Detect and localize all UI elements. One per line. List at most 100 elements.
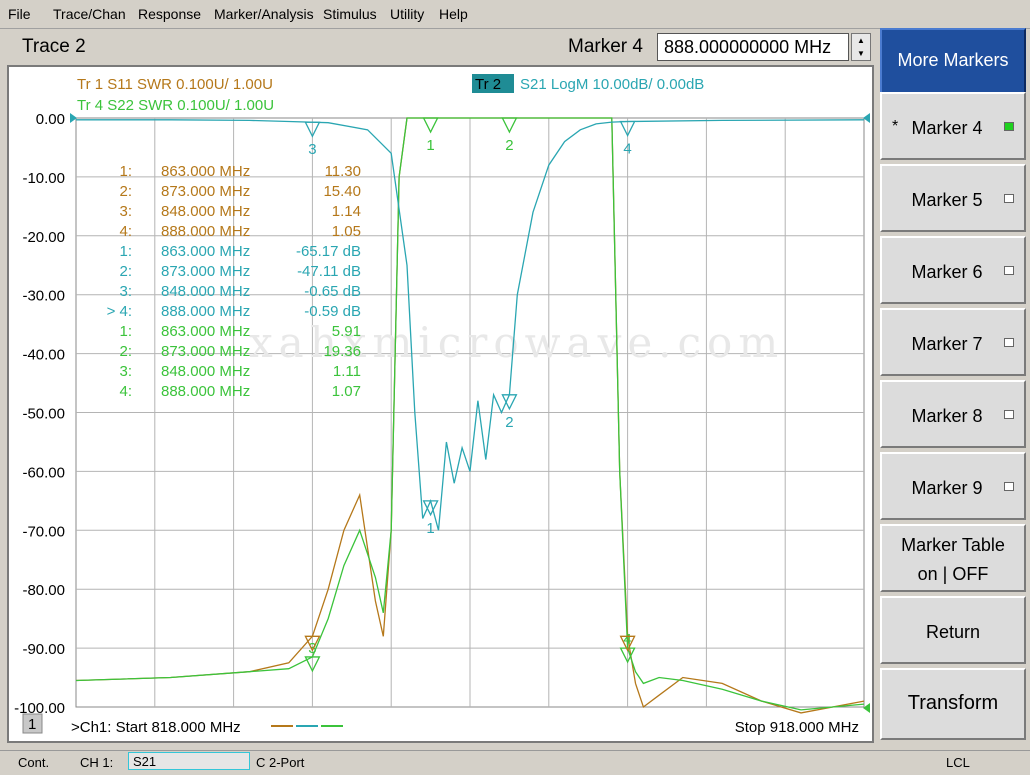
marker-8-off-indicator-icon (1004, 410, 1014, 419)
spin-up-icon[interactable]: ▲ (852, 34, 870, 47)
measurement-plot: 0.00 -10.00 -20.00 -30.00 -40.00 -50.00 -60.00… (9, 67, 872, 741)
more-markers-label: More Markers (897, 50, 1009, 70)
marker-row-frequency: 863.000 MHz (161, 163, 250, 180)
marker-number: 4 (623, 141, 631, 158)
local-status: LCL (946, 755, 970, 770)
spin-down-icon[interactable]: ▼ (852, 47, 870, 60)
marker-row-value: 1.05 (332, 223, 361, 240)
menu-trace-chan[interactable]: Trace/Chan (53, 6, 126, 22)
status-measurement-label: S21 (133, 754, 157, 769)
marker-row-frequency: 848.000 MHz (161, 203, 250, 220)
active-marker-star-icon: * (892, 118, 899, 135)
menu-help[interactable]: Help (439, 6, 468, 22)
marker-row-value: 5.91 (332, 323, 361, 340)
marker-number: 3 (308, 141, 316, 158)
marker-row-label: 2: (119, 343, 132, 360)
plot-background (9, 67, 872, 741)
more-markers-button[interactable]: More Markers (880, 28, 1026, 96)
y-tick-label: 0.00 (36, 111, 65, 128)
marker-row-value: 11.30 (325, 163, 361, 180)
marker-row-label: 3: (119, 283, 132, 300)
marker-row-frequency: 888.000 MHz (161, 303, 250, 320)
marker-row-label: 2: (119, 263, 132, 280)
marker-8-button[interactable]: Marker 8 (880, 380, 1026, 448)
marker-row-value: 1.07 (332, 383, 361, 400)
marker-row-frequency: 863.000 MHz (161, 323, 250, 340)
y-tick-label: -40.00 (22, 347, 65, 364)
marker-table-button[interactable]: Marker Table on | OFF (880, 524, 1026, 592)
marker-6-label: Marker 6 (911, 262, 983, 282)
marker-7-label: Marker 7 (911, 334, 983, 354)
marker-frequency-spinner[interactable]: ▲ ▼ (851, 33, 871, 61)
status-channel: CH 1: (80, 755, 114, 770)
marker-9-button[interactable]: Marker 9 (880, 452, 1026, 520)
menu-stimulus[interactable]: Stimulus (323, 6, 377, 22)
channel-number: 1 (28, 716, 36, 733)
marker-row-label: > 4: (107, 303, 132, 320)
marker-4-button[interactable]: Marker 4 * (880, 92, 1026, 160)
legend-trace-4[interactable]: Tr 4 S22 SWR 0.100U/ 1.00U (77, 97, 274, 114)
marker-row-label: 1: (119, 323, 132, 340)
marker-7-button[interactable]: Marker 7 (880, 308, 1026, 376)
marker-number: 1 (426, 520, 434, 537)
marker-6-off-indicator-icon (1004, 266, 1014, 275)
menu-marker-analysis[interactable]: Marker/Analysis (214, 6, 314, 22)
y-tick-label: -30.00 (22, 288, 65, 305)
marker-row-frequency: 848.000 MHz (161, 283, 250, 300)
y-tick-label: -90.00 (22, 641, 65, 658)
marker-7-off-indicator-icon (1004, 338, 1014, 347)
marker-table-label: Marker Table (901, 535, 1005, 555)
marker-row-label: 2: (119, 183, 132, 200)
marker-number: 2 (505, 414, 513, 431)
legend-trace-2[interactable]: S21 LogM 10.00dB/ 0.00dB (520, 76, 704, 93)
marker-row-frequency: 888.000 MHz (161, 383, 250, 400)
marker-6-button[interactable]: Marker 6 (880, 236, 1026, 304)
return-button[interactable]: Return (880, 596, 1026, 664)
y-tick-label: -70.00 (22, 523, 65, 540)
menu-file[interactable]: File (8, 6, 31, 22)
menu-response[interactable]: Response (138, 6, 201, 22)
marker-row-frequency: 888.000 MHz (161, 223, 250, 240)
marker-9-off-indicator-icon (1004, 482, 1014, 491)
marker-row-value: 19.36 (323, 343, 361, 360)
menu-utility[interactable]: Utility (390, 6, 424, 22)
y-tick-label: -80.00 (22, 582, 65, 599)
marker-5-label: Marker 5 (911, 190, 983, 210)
marker-row-value: 15.40 (323, 183, 361, 200)
calibration-status: C 2-Port (256, 755, 305, 770)
y-tick-label: -60.00 (22, 464, 65, 481)
marker-row-frequency: 873.000 MHz (161, 263, 250, 280)
marker-8-label: Marker 8 (911, 406, 983, 426)
marker-row-label: 3: (119, 363, 132, 380)
transform-button[interactable]: Transform (880, 668, 1026, 740)
marker-row-value: 1.11 (333, 363, 361, 380)
marker-number: 1 (426, 137, 434, 154)
marker-number: 3 (308, 640, 316, 657)
start-frequency[interactable]: >Ch1: Start 818.000 MHz (71, 719, 241, 736)
marker-4-on-indicator-icon (1004, 122, 1014, 131)
marker-row-value: -0.65 dB (304, 283, 361, 300)
marker-row-label: 1: (119, 243, 132, 260)
marker-table-state: on | OFF (917, 564, 989, 584)
return-label: Return (925, 622, 981, 642)
stop-frequency[interactable]: Stop 918.000 MHz (735, 719, 859, 736)
status-measurement: S21 (128, 752, 250, 770)
marker-5-button[interactable]: Marker 5 (880, 164, 1026, 232)
y-tick-label: -20.00 (22, 229, 65, 246)
marker-9-label: Marker 9 (911, 478, 983, 498)
marker-row-frequency: 863.000 MHz (161, 243, 250, 260)
y-tick-label: -50.00 (22, 406, 65, 423)
transform-label: Transform (907, 692, 999, 714)
marker-5-off-indicator-icon (1004, 194, 1014, 203)
marker-frequency-input[interactable]: 888.000000000 MHz (657, 33, 849, 61)
marker-row-label: 4: (119, 223, 132, 240)
marker-row-frequency: 873.000 MHz (161, 343, 250, 360)
marker-entry-label: Marker 4 (568, 36, 643, 57)
legend-trace-2-tag[interactable]: Tr 2 (475, 76, 501, 93)
menu-bar: File Trace/Chan Response Marker/Analysis… (0, 0, 1030, 29)
legend-trace-1[interactable]: Tr 1 S11 SWR 0.100U/ 1.00U (77, 76, 273, 93)
marker-row-value: 1.14 (332, 203, 361, 220)
marker-row-label: 4: (119, 383, 132, 400)
marker-row-value: -0.59 dB (304, 303, 361, 320)
marker-row-frequency: 848.000 MHz (161, 363, 250, 380)
